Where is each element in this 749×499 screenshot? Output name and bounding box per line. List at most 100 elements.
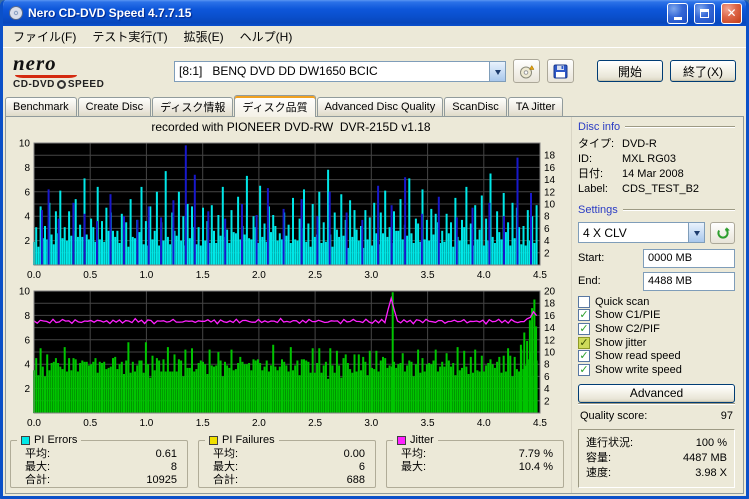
svg-text:10: 10: [19, 139, 31, 150]
close-button[interactable]: ✕: [721, 2, 742, 24]
refresh-button[interactable]: [710, 221, 735, 244]
svg-text:1.0: 1.0: [139, 270, 153, 281]
start-test-button[interactable]: 開始: [597, 60, 663, 82]
svg-text:4.0: 4.0: [477, 270, 491, 281]
tab-ta-jitter[interactable]: TA Jitter: [507, 97, 564, 116]
settings-heading: Settings: [578, 204, 735, 217]
tab-disc-quality[interactable]: ディスク品質: [234, 95, 316, 117]
pi-failures-statbox: PI Failures 平均: 0.00 最大: 6 合計: 688: [198, 434, 376, 488]
chart-panel: recorded with PIONEER DVD-RW DVR-215D v1…: [6, 117, 571, 493]
svg-text:16: 16: [544, 163, 556, 174]
titlebar: Nero CD-DVD Speed 4.7.7.15 ✕: [3, 0, 746, 26]
stat-row: 合計: 10925: [25, 474, 177, 486]
separator: [578, 403, 735, 406]
svg-text:10: 10: [544, 200, 556, 211]
checkbox-show-read-speed[interactable]: ✓ Show read speed: [578, 350, 735, 364]
svg-text:8: 8: [544, 360, 550, 371]
svg-text:12: 12: [544, 187, 556, 198]
menu-extra[interactable]: 拡張(E): [176, 26, 232, 47]
svg-text:1.5: 1.5: [196, 270, 210, 281]
stat-row: 平均: 0.00: [213, 448, 365, 460]
tab-benchmark[interactable]: Benchmark: [5, 97, 77, 116]
nero-logo-text: nero: [13, 50, 57, 75]
maximize-button[interactable]: [694, 2, 715, 24]
svg-text:8: 8: [24, 163, 30, 174]
checkbox-show-write-speed[interactable]: ✓ Show write speed: [578, 363, 735, 377]
menubar: ファイル(F) テスト実行(T) 拡張(E) ヘルプ(H): [3, 26, 746, 48]
speed-select-value: 4 X CLV: [583, 225, 627, 240]
stat-row: 平均: 0.61: [25, 448, 177, 460]
svg-text:4: 4: [544, 236, 550, 247]
eject-button[interactable]: [513, 59, 540, 83]
checkbox-quick-scan[interactable]: Quick scan: [578, 295, 735, 309]
svg-text:16: 16: [544, 311, 556, 322]
disc-id-row: ID: MXL RG03: [578, 152, 677, 165]
chevron-down-icon[interactable]: [489, 61, 505, 81]
end-input[interactable]: [643, 271, 735, 291]
capacity-row: 容量: 4487 MB: [586, 452, 727, 465]
speed-select[interactable]: 4 X CLV: [578, 222, 705, 244]
exit-button[interactable]: 終了(X): [670, 60, 736, 82]
maximize-icon: [700, 8, 709, 18]
tab-scandisc[interactable]: ScanDisc: [444, 97, 507, 116]
start-input[interactable]: [643, 248, 735, 268]
advanced-button[interactable]: Advanced: [578, 383, 735, 404]
svg-text:4: 4: [24, 360, 30, 371]
disc-label-row: Label: CDS_TEST_B2: [578, 182, 700, 195]
checkbox-show-c1-pie[interactable]: ✓ Show C1/PIE: [578, 308, 735, 322]
speed-row: 速度: 3.98 X: [586, 467, 727, 480]
svg-text:4: 4: [24, 212, 30, 223]
svg-text:14: 14: [544, 323, 556, 334]
drive-select-value: [8:1] BENQ DVD DD DW1650 BCIC: [179, 64, 378, 78]
chevron-down-icon[interactable]: [688, 223, 704, 243]
svg-text:3.0: 3.0: [364, 418, 378, 429]
svg-text:6: 6: [544, 224, 550, 235]
window-title: Nero CD-DVD Speed 4.7.7.15: [28, 6, 192, 20]
app-icon: [8, 5, 24, 21]
tab-create-disc[interactable]: Create Disc: [77, 97, 152, 116]
stat-row: 最大: 8: [25, 461, 177, 473]
checkbox-show-jitter[interactable]: ✓ Show jitter: [578, 336, 735, 350]
svg-text:4.5: 4.5: [533, 270, 547, 281]
pi-errors-chart: 108642181614121086420.0 0.5 1.0 1.5 2.0 2.5 3.…: [19, 139, 556, 282]
quality-score-row: Quality score: 97: [580, 410, 733, 423]
minimize-icon: [673, 16, 682, 20]
svg-text:6: 6: [544, 372, 550, 383]
checkbox-box: ✓: [578, 336, 590, 349]
quality-score-value: 97: [720, 410, 733, 423]
svg-text:4.5: 4.5: [533, 418, 547, 429]
svg-text:18: 18: [544, 299, 556, 310]
checkbox-show-c2-pif[interactable]: ✓ Show C2/PIF: [578, 322, 735, 336]
save-button[interactable]: [547, 59, 574, 83]
pi-errors-swatch: [21, 435, 30, 445]
refresh-icon: [716, 226, 730, 239]
svg-text:2: 2: [24, 384, 30, 395]
svg-text:8: 8: [544, 212, 550, 223]
svg-text:8: 8: [24, 311, 30, 322]
drive-select[interactable]: [8:1] BENQ DVD DD DW1650 BCIC: [174, 60, 506, 82]
svg-text:2.0: 2.0: [252, 270, 266, 281]
tab-disc-info[interactable]: ディスク情報: [152, 97, 234, 116]
start-label: Start:: [578, 252, 605, 265]
svg-text:2: 2: [544, 396, 550, 407]
stat-row: 最大: 6: [213, 461, 365, 473]
svg-text:0.5: 0.5: [83, 418, 97, 429]
end-label: End:: [578, 275, 601, 288]
menu-file[interactable]: ファイル(F): [5, 26, 84, 47]
svg-text:2.5: 2.5: [308, 418, 322, 429]
minimize-button[interactable]: [667, 2, 688, 24]
pi-failures-swatch: [209, 435, 218, 445]
tab-page-disc-quality: recorded with PIONEER DVD-RW DVR-215D v1…: [5, 116, 744, 494]
svg-text:3.5: 3.5: [421, 418, 435, 429]
svg-text:2: 2: [544, 248, 550, 259]
svg-text:2.0: 2.0: [252, 418, 266, 429]
svg-text:10: 10: [19, 287, 31, 298]
menu-help[interactable]: ヘルプ(H): [232, 26, 301, 47]
jitter-swatch: [397, 435, 406, 445]
checkbox-box: ✓: [578, 309, 590, 322]
nero-logo: nero CD-DVD SPEED: [9, 50, 167, 90]
svg-text:2: 2: [24, 236, 30, 247]
tab-advanced-disc-quality[interactable]: Advanced Disc Quality: [316, 97, 444, 116]
menu-run-test[interactable]: テスト実行(T): [84, 26, 175, 47]
tab-bar: Benchmark Create Disc ディスク情報 ディスク品質 Adva…: [3, 94, 746, 117]
